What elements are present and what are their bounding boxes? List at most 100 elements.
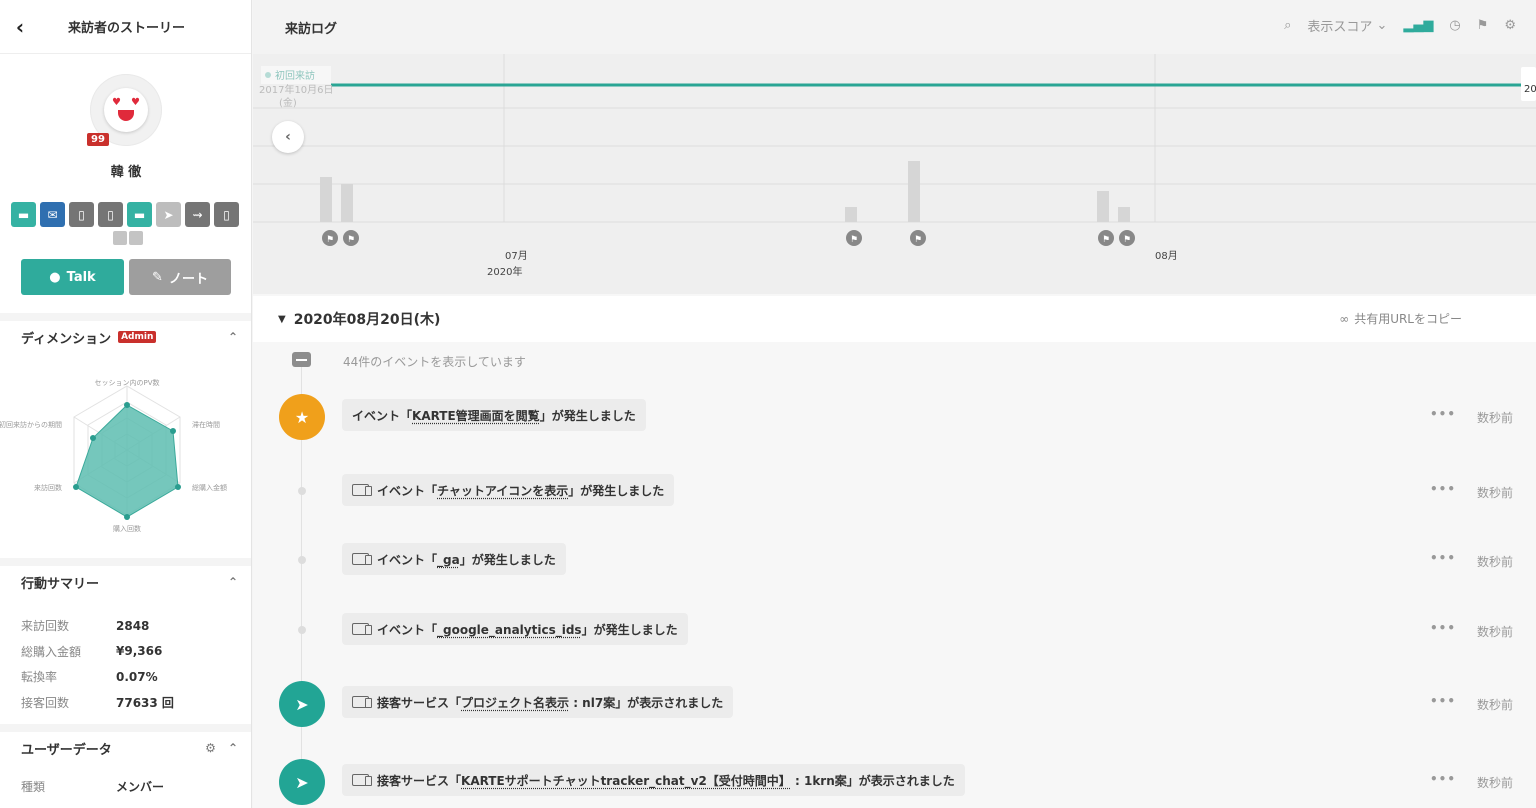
more-icon[interactable]: ••• [1430,694,1456,708]
chevron-up-icon[interactable]: ⌃ [228,330,238,344]
panel-title: 来訪者のストーリー [68,21,186,36]
caret-down-icon[interactable]: ▼ [278,314,286,325]
event-suffix: 」が発生しました [459,552,556,567]
svg-text:⚑: ⚑ [347,235,355,245]
chevron-up-icon[interactable]: ⌃ [228,575,238,589]
summary-label: 来訪回数 [21,619,70,634]
more-icon[interactable]: ••• [1430,551,1456,565]
collapse-toggle-icon[interactable] [292,352,311,367]
event-row: イベント「チャットアイコンを表示」が発生しました ••• 数秒前 [253,472,1536,512]
event-row: イベント「_google_analytics_ids」が発生しました ••• 数… [253,611,1536,651]
event-prefix: イベント「 [377,622,438,637]
event-pill[interactable]: イベント「_ga」が発生しました [342,543,566,575]
device-icon [352,553,372,565]
device-icon [352,484,372,496]
more-icon[interactable]: ••• [1430,772,1456,786]
event-pill[interactable]: 接客サービス「KARTEサポートチャットtracker_chat_v2【受付時間… [342,764,965,796]
speech-bubble-icon: ● [49,269,61,285]
mail-icon[interactable]: ✉ [40,202,65,227]
userdata-label: 種類 [21,780,46,794]
log-date: 2020年08月20日(木) [293,312,441,328]
signal-bars-icon[interactable]: ▂▄▆ [1403,18,1433,33]
event-pill[interactable]: イベント「チャットアイコンを表示」が発生しました [342,474,675,506]
event-pill[interactable]: イベント「_google_analytics_ids」が発生しました [342,613,688,645]
radar-label-first-visit: 初回来訪からの期間 [0,420,62,429]
more-icon[interactable]: ••• [1430,482,1456,496]
left-header: ‹ 来訪者のストーリー [0,0,251,54]
summary-header[interactable]: 行動サマリー ⌃ [0,558,251,598]
score-dropdown[interactable]: 表示スコア ⌄ [1307,16,1387,35]
mobile-icon[interactable]: ▯ [214,202,239,227]
search-icon[interactable]: ⌕ [1284,18,1291,33]
summary-value: 77633 回 [116,695,174,710]
visit-bar [341,184,353,222]
device-icon [352,774,372,786]
month-label-jul: 07月 [505,250,528,262]
toolbar: ⌕ 表示スコア ⌄ ▂▄▆ ◷ ⚑ ⚙ [1284,16,1516,35]
copy-url-link[interactable]: ∞ 共有用URLをコピー [1339,310,1462,327]
event-time: 数秒前 [1477,776,1514,790]
timeline-chart: 初回来訪 2017年10月6日 (金) 20 ⚑ ⚑ ⚑ ⚑ ⚑ ⚑ 07月 2… [253,54,1536,278]
send-icon[interactable]: ➤ [156,202,181,227]
visit-log-title: 来訪ログ [285,21,338,37]
summary-title: 行動サマリー [21,576,100,592]
year-label: 2020年 [487,265,522,278]
event-name: _google_analytics_ids [437,622,582,637]
summary-label: 転換率 [21,670,58,685]
more-icon[interactable]: ••• [1430,407,1456,421]
summary-row: 総購入金額 ¥9,366 [21,639,236,665]
first-visit-day: (金) [279,96,297,109]
svg-text:⚑: ⚑ [850,235,858,245]
radar-point [124,402,130,408]
more-icon[interactable]: ••• [1430,621,1456,635]
chat-icon[interactable]: ▬ [127,202,152,227]
visitor-story-panel: ‹ 来訪者のストーリー ♥ ♥ 99 韓 徹 ▬ ✉ ▯ ▯ ▬ ➤ ⇝ ▯ ● … [0,0,252,808]
radar-label-purchase-count: 購入回数 [113,524,141,533]
visit-bar [1118,207,1130,222]
event-pill[interactable]: イベント「KARTE管理画面を閲覧」が発生しました [342,399,646,431]
mobile-icon[interactable]: ▯ [69,202,94,227]
user-name: 韓 徹 [110,165,142,180]
event-row: ➤ 接客サービス「プロジェクト名表示 : nl7案」が表示されました ••• 数… [253,681,1536,727]
event-suffix: 」が発生しました [581,622,678,637]
summary-label: 接客回数 [21,695,70,710]
userdata-value: メンバー [116,780,165,794]
chevron-down-icon: ⌄ [1376,18,1388,33]
chevron-up-icon[interactable]: ⌃ [228,741,238,755]
event-pill[interactable]: 接客サービス「プロジェクト名表示 : nl7案」が表示されました [342,686,734,718]
flag-icon[interactable]: ⚑ [1477,18,1489,33]
mobile-icon[interactable]: ▯ [98,202,123,227]
first-visit-date: 2017年10月6日 [259,83,334,96]
gear-icon[interactable]: ⚙ [205,741,216,755]
dimension-title: ディメンション [21,331,112,347]
admin-badge: Admin [118,331,157,343]
userdata-title: ユーザーデータ [21,742,112,758]
note-button[interactable]: ✎ ノート [129,259,231,295]
note-label: ノート [168,271,208,287]
userdata-header[interactable]: ユーザーデータ ⚙ ⌃ [0,724,251,764]
summary-value: 0.07% [116,669,158,684]
copy-url-label: 共有用URLをコピー [1354,312,1462,326]
event-suffix: 」が発生しました [568,483,665,498]
summary-value: 2848 [116,618,150,633]
event-name: KARTEサポートチャットtracker_chat_v2【受付時間中】 [461,773,791,788]
dimension-header[interactable]: ディメンション Admin ⌃ [0,313,251,353]
timeline-prev-button[interactable]: ‹ [272,121,304,153]
talk-button[interactable]: ● Talk [21,259,124,295]
event-time: 数秒前 [1477,625,1514,639]
channel-icons: ▬ ✉ ▯ ▯ ▬ ➤ ⇝ ▯ [11,202,239,227]
radar-point [124,514,130,520]
clock-icon[interactable]: ◷ [1449,18,1460,33]
event-row: イベント「_ga」が発生しました ••• 数秒前 [253,541,1536,581]
summary-row: 接客回数 77633 回 [21,690,236,716]
timeline-dot [298,556,306,564]
userdata-row: 種類 メンバー [21,778,164,795]
channel-sub-icons [113,231,143,245]
event-name: チャットアイコンを表示 [437,483,569,498]
chat-icon[interactable]: ▬ [11,202,36,227]
messenger-icon[interactable]: ⇝ [185,202,210,227]
back-chevron-icon[interactable]: ‹ [0,15,40,39]
gear-icon[interactable]: ⚙ [1504,18,1516,33]
visit-bar [908,161,920,222]
event-prefix: イベント「 [377,483,438,498]
